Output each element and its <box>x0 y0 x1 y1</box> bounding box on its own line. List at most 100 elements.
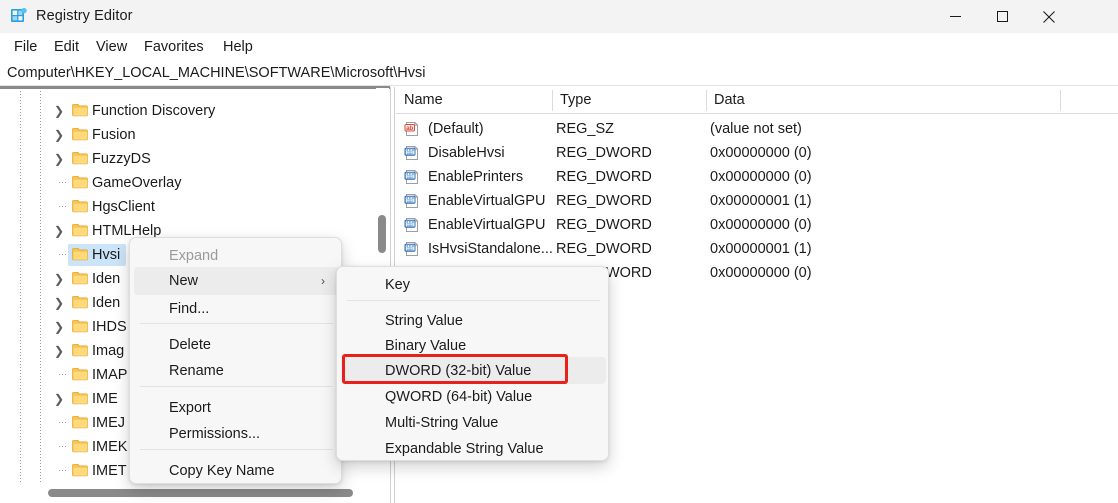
table-row[interactable]: 011 10 110 01 DisableHvsi REG_DWORD 0x00000000… <box>396 141 1118 165</box>
tree-item-label: IHDS <box>92 319 127 335</box>
tree-item-label: Hvsi <box>92 247 121 263</box>
tree-item-label: HgsClient <box>92 199 155 215</box>
context-menu-item-delete[interactable]: Delete <box>134 331 339 359</box>
menu-file[interactable]: File <box>7 33 44 60</box>
chevron-right-icon[interactable]: ❯ <box>52 123 66 147</box>
tree-elbow-line <box>59 254 68 255</box>
tree-item-label: IMEK <box>92 439 128 455</box>
menu-help[interactable]: Help <box>216 33 260 60</box>
submenu-item-multi-string-value[interactable]: Multi-String Value <box>341 409 606 436</box>
folder-icon <box>72 343 88 357</box>
reg-dword-icon: 0111011001 <box>404 169 420 189</box>
submenu-item-binary-value[interactable]: Binary Value <box>341 332 606 359</box>
context-menu-item-label: Permissions... <box>169 426 261 442</box>
tree-item-fusion[interactable]: ❯ Fusion <box>0 123 390 147</box>
value-type: REG_DWORD <box>556 217 652 233</box>
value-data: (value not set) <box>710 121 802 137</box>
chevron-right-icon[interactable]: ❯ <box>52 147 66 171</box>
value-data: 0x00000000 (0) <box>710 217 812 233</box>
table-row[interactable]: 011 10 110 01 EnableVirtualGPU REG_DWORD 0x000… <box>396 213 1118 237</box>
submenu-item-qword-64-bit-value[interactable]: QWORD (64-bit) Value <box>341 383 606 410</box>
submenu-item-label: Binary Value <box>385 337 467 354</box>
new-submenu[interactable]: Key String Value Binary Value DWORD (32-bit… <box>336 266 609 461</box>
chevron-right-icon[interactable]: ❯ <box>52 387 66 411</box>
chevron-right-icon[interactable]: ❯ <box>52 99 66 123</box>
tree-elbow-line <box>59 422 68 423</box>
column-header-name[interactable]: Name <box>396 87 552 113</box>
context-menu-item-copy-key-name[interactable]: Copy Key Name <box>134 457 339 485</box>
submenu-item-label: Multi-String Value <box>385 414 499 431</box>
tree-hscroll-thumb[interactable] <box>48 489 353 497</box>
chevron-right-icon[interactable]: ❯ <box>52 339 66 363</box>
tree-horizontal-scrollbar[interactable] <box>0 485 390 501</box>
tree-item-label: FuzzyDS <box>92 151 151 167</box>
value-type: REG_SZ <box>556 121 615 137</box>
table-row[interactable]: 011 10 110 01 EnablePrinters REG_DWORD 0x00000… <box>396 165 1118 189</box>
submenu-item-string-value[interactable]: String Value <box>341 307 606 334</box>
minimize-button[interactable] <box>932 0 978 33</box>
value-type: REG_DWORD <box>556 241 652 257</box>
submenu-item-dword-32-bit-value[interactable]: DWORD (32-bit) Value <box>341 357 606 384</box>
tree-guide-line <box>40 88 41 483</box>
svg-text:01: 01 <box>410 152 414 156</box>
chevron-right-icon[interactable]: ❯ <box>52 291 66 315</box>
value-data: 0x00000000 (0) <box>710 145 812 161</box>
tree-vscroll-thumb[interactable] <box>378 215 386 253</box>
context-menu-item-expand: Expand <box>134 242 339 270</box>
window-title: Registry Editor <box>36 8 133 24</box>
folder-icon <box>72 271 88 285</box>
reg-dword-icon: 0111011001 <box>404 145 420 165</box>
context-menu-item-rename[interactable]: Rename <box>134 357 339 385</box>
tree-item-label: Function Discovery <box>92 103 216 119</box>
menu-edit[interactable]: Edit <box>47 33 86 60</box>
tree-guide-line <box>20 88 21 483</box>
context-menu-item-label: New <box>169 273 199 289</box>
context-menu-item-export[interactable]: Export <box>134 394 339 422</box>
table-row[interactable]: 011 10 110 01 EnableVirtualGPU REG_DWORD 0x000… <box>396 189 1118 213</box>
tree-item-fuzzyds[interactable]: ❯ FuzzyDS <box>0 147 390 171</box>
tree-item-label: IMAP <box>92 367 128 383</box>
column-separator[interactable] <box>706 90 707 111</box>
context-menu-item-permissions[interactable]: Permissions... <box>134 420 339 448</box>
submenu-item-label: DWORD (32-bit) Value <box>385 362 532 379</box>
value-data: 0x00000001 (1) <box>710 193 812 209</box>
tree-item-label: GameOverlay <box>92 175 182 191</box>
tree-item-gameoverlay[interactable]: GameOverlay <box>0 171 390 195</box>
registry-editor-window: Registry Editor File Edit View Favorites Hel… <box>0 0 1118 503</box>
tree-item-label: Imag <box>92 343 125 359</box>
submenu-item-expandable-string-value[interactable]: Expandable String Value <box>341 435 606 462</box>
tree-item-hgsclient[interactable]: HgsClient <box>0 195 390 219</box>
value-name: EnableVirtualGPU <box>428 217 546 233</box>
column-header-data[interactable]: Data <box>706 87 1060 113</box>
table-row[interactable]: ab (Default) REG_SZ (value not set) <box>396 117 1118 141</box>
value-name: IsHvsiStandalone... <box>428 241 553 257</box>
context-menu[interactable]: Expand New › Find... Delete Rename Export Permi… <box>129 237 342 484</box>
reg-dword-icon: 0111011001 <box>404 193 420 213</box>
close-button[interactable] <box>1026 0 1072 33</box>
maximize-button[interactable] <box>979 0 1025 33</box>
submenu-item-label: QWORD (64-bit) Value <box>385 388 533 405</box>
menu-favorites[interactable]: Favorites <box>137 33 211 60</box>
value-name: (Default) <box>428 121 484 137</box>
address-bar[interactable]: Computer\HKEY_LOCAL_MACHINE\SOFTWARE\Mic… <box>0 60 1118 86</box>
context-menu-item-label: Expand <box>169 248 219 264</box>
folder-icon <box>72 463 88 477</box>
chevron-right-icon[interactable]: ❯ <box>52 267 66 291</box>
column-separator[interactable] <box>1060 90 1061 111</box>
folder-icon <box>72 247 88 261</box>
reg-sz-icon: ab <box>404 121 420 141</box>
chevron-right-icon[interactable]: ❯ <box>52 315 66 339</box>
table-row[interactable]: 011 10 110 01 IsHvsiStandalone... REG_DWORD 0x… <box>396 237 1118 261</box>
context-menu-item-new[interactable]: New › <box>134 267 339 295</box>
svg-text:01: 01 <box>410 224 414 228</box>
context-menu-item-find[interactable]: Find... <box>134 295 339 323</box>
tree-item-function-discovery[interactable]: ❯ Function Discovery <box>0 99 390 123</box>
column-separator[interactable] <box>552 90 553 111</box>
submenu-item-key[interactable]: Key <box>341 271 606 298</box>
menu-view[interactable]: View <box>89 33 134 60</box>
tree-item-label: IME <box>92 391 118 407</box>
folder-icon <box>72 223 88 237</box>
folder-icon <box>72 367 88 381</box>
column-header-type[interactable]: Type <box>552 87 706 113</box>
chevron-right-icon[interactable]: ❯ <box>52 219 66 243</box>
